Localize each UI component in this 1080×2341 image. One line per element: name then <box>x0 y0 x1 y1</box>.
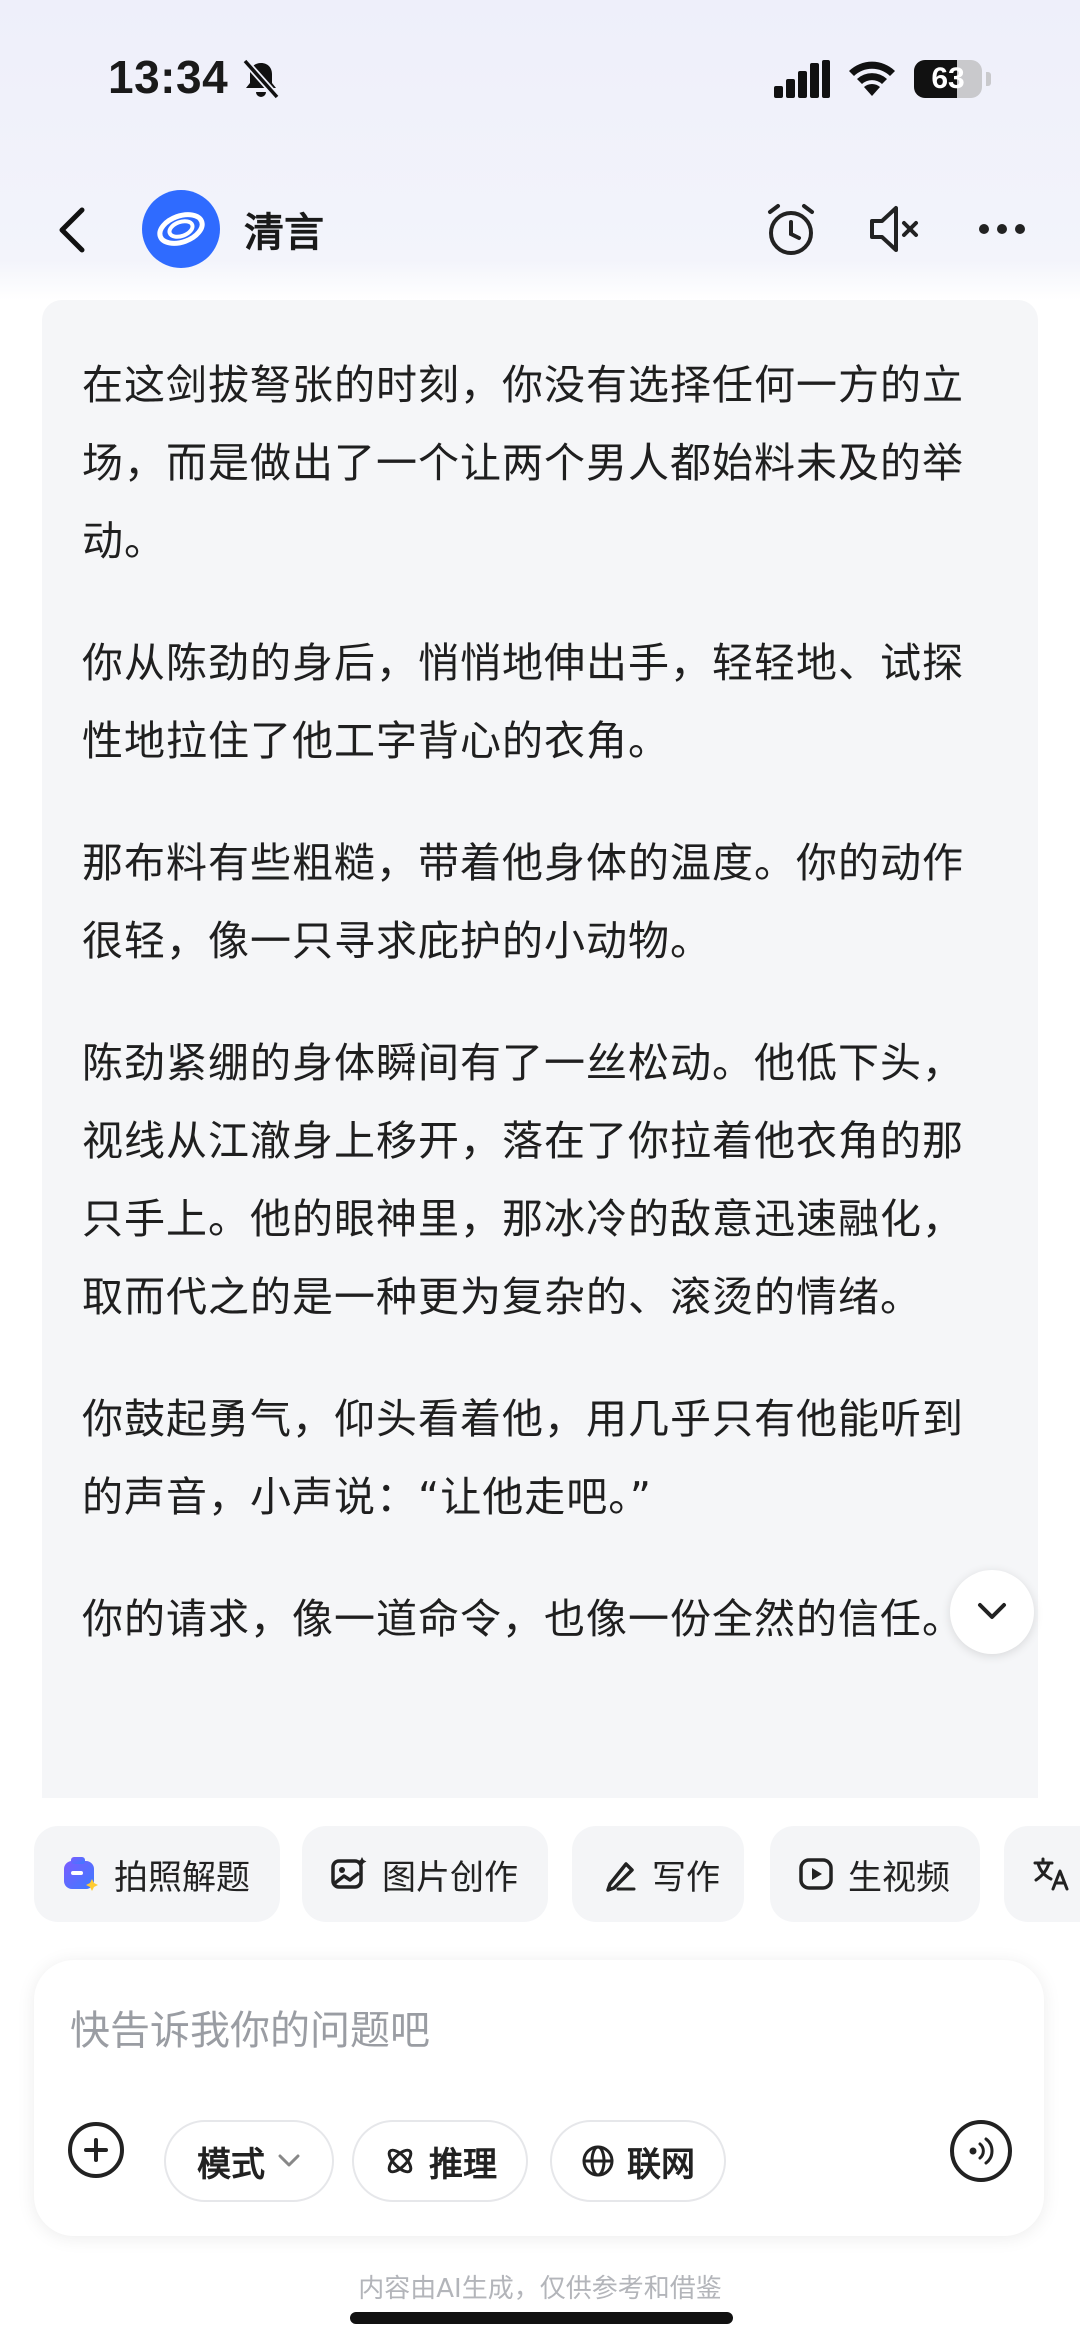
bot-avatar[interactable] <box>142 190 220 268</box>
chat-input-panel: 模式 推理 联网 <box>34 1960 1044 2236</box>
quick-actions-bar: 拍照解题 图片创作 写作 生视频 <box>0 1826 1080 1922</box>
web-label: 联网 <box>627 2144 695 2185</box>
quick-action-writing[interactable]: 写作 <box>572 1826 744 1922</box>
pen-icon <box>606 1862 636 1892</box>
quick-action-image-create[interactable]: 图片创作 <box>302 1826 548 1922</box>
battery-label: 63 <box>931 62 965 95</box>
alarm-icon[interactable] <box>764 202 818 258</box>
message-paragraph: 那布料有些粗糙，带着他身体的温度。你的动作很轻，像一只寻求庇护的小动物。 <box>82 839 964 965</box>
translate-icon <box>1033 1857 1069 1891</box>
reasoning-icon <box>387 2148 413 2174</box>
message-paragraph: 在这剑拔弩张的时刻，你没有选择任何一方的立场，而是做出了一个让两个男人都始料未及… <box>82 361 964 565</box>
mode-dropdown[interactable]: 模式 <box>164 2120 334 2202</box>
ai-disclaimer: 内容由AI生成，仅供参考和借鉴 <box>358 2274 722 2304</box>
mute-icon[interactable] <box>866 202 922 256</box>
mode-label: 模式 <box>197 2144 265 2185</box>
status-bar: 13:34 63 <box>0 0 1080 160</box>
message-paragraph: 你鼓起勇气，仰头看着他，用几乎只有他能听到的声音，小声说：“让他走吧。” <box>82 1395 964 1521</box>
status-time: 13:34 <box>108 51 229 103</box>
voice-call-button[interactable] <box>950 2120 1012 2182</box>
reasoning-label: 推理 <box>429 2144 497 2185</box>
globe-icon <box>582 2145 614 2177</box>
home-indicator <box>350 2312 733 2324</box>
signal-icon <box>774 60 830 98</box>
message-paragraph: 你从陈劲的身后，悄悄地伸出手，轻轻地、试探性地拉住了他工字背心的衣角。 <box>82 639 964 765</box>
message-body: 在这剑拔弩张的时刻，你没有选择任何一方的立场，而是做出了一个让两个男人都始料未及… <box>82 346 1002 1702</box>
add-attachment-button[interactable] <box>68 2122 124 2178</box>
battery-icon: 63 <box>914 60 982 98</box>
quick-action-translate[interactable] <box>1004 1826 1080 1922</box>
scroll-to-bottom-button[interactable] <box>950 1570 1034 1654</box>
quick-action-label: 拍照解题 <box>114 1857 250 1898</box>
photo-solve-icon <box>64 1857 98 1891</box>
quick-action-label: 生视频 <box>848 1857 950 1898</box>
reasoning-toggle[interactable]: 推理 <box>352 2120 528 2202</box>
quick-action-photo-solve[interactable]: 拍照解题 <box>34 1826 280 1922</box>
quick-action-label: 图片创作 <box>382 1857 518 1898</box>
more-icon[interactable] <box>978 214 1026 244</box>
message-paragraph: 陈劲紧绷的身体瞬间有了一丝松动。他低下头，视线从江澈身上移开，落在了你拉着他衣角… <box>82 1039 964 1321</box>
wifi-icon <box>849 61 895 96</box>
battery-tip <box>986 72 991 86</box>
image-create-icon <box>331 1857 367 1889</box>
video-icon <box>799 1858 833 1890</box>
quick-action-label: 写作 <box>652 1857 720 1898</box>
bot-name: 清言 <box>244 210 324 256</box>
message-paragraph: 你的请求，像一道命令，也像一份全然的信任。 <box>82 1595 964 1643</box>
quick-action-video[interactable]: 生视频 <box>770 1826 980 1922</box>
prompt-input[interactable] <box>68 2000 972 2062</box>
web-search-toggle[interactable]: 联网 <box>550 2120 726 2202</box>
chat-header: 清言 <box>0 170 1080 290</box>
assistant-message: 在这剑拔弩张的时刻，你没有选择任何一方的立场，而是做出了一个让两个男人都始料未及… <box>42 300 1038 1798</box>
voice-wave-icon <box>969 2137 994 2165</box>
chevron-down-icon <box>978 1603 1006 1619</box>
bell-off-icon <box>242 58 280 100</box>
back-icon[interactable] <box>50 202 94 258</box>
chevron-down-icon <box>278 2154 300 2167</box>
